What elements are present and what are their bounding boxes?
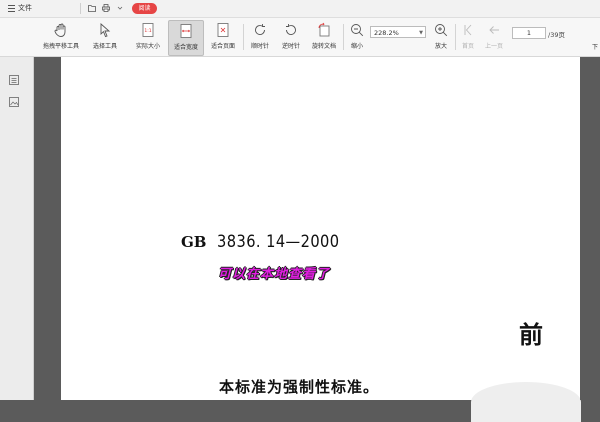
menu-divider — [80, 3, 81, 14]
actual-size-icon: 1:1 — [140, 22, 156, 38]
select-tool-button[interactable]: 选择工具 — [88, 20, 122, 54]
zoom-out-button[interactable]: 缩小 — [346, 20, 368, 54]
zoom-in-button[interactable]: 放大 — [430, 20, 452, 54]
standard-code: GB 3836. 14—2000 — [181, 232, 359, 252]
page-total: /39页 — [548, 31, 565, 39]
zoom-out-label: 缩小 — [350, 43, 363, 50]
svg-text:1:1: 1:1 — [144, 28, 151, 34]
select-tool-label: 选择工具 — [92, 43, 117, 50]
file-menu-label: 文件 — [18, 4, 32, 12]
first-page-label: 首页 — [461, 43, 474, 50]
previous-page-label: 上一页 — [484, 43, 503, 50]
zoom-value: 228.2% — [374, 29, 399, 37]
zoom-in-icon — [433, 22, 449, 38]
fit-page-button[interactable]: 适合页面 — [206, 20, 240, 54]
page-number-input[interactable]: 1 — [512, 27, 546, 39]
thumbnail-icon[interactable] — [9, 97, 19, 107]
cursor-icon — [97, 22, 113, 38]
hand-tool-label: 拖拽平移工具 — [42, 43, 79, 50]
page-shadow — [471, 382, 581, 422]
rotate-clockwise-icon — [252, 22, 268, 38]
toolbar-divider — [343, 24, 344, 50]
file-menu[interactable]: 文件 — [8, 3, 32, 13]
read-mode-badge[interactable]: 阅读 — [132, 3, 157, 14]
rotate-document-label: 旋转文档 — [311, 43, 336, 50]
folder-icon[interactable] — [88, 4, 96, 12]
preface-heading: 前 — [519, 320, 543, 349]
outline-icon[interactable] — [9, 75, 19, 85]
hamburger-icon — [8, 4, 15, 12]
watermark-text: 可以在本地查看了 — [218, 267, 331, 282]
document-page: GB 3836. 14—2000 可以在本地查看了 前 本标准为强制性标准。 — [61, 57, 581, 422]
first-page-button[interactable]: 首页 — [458, 20, 478, 54]
body-text: 本标准为强制性标准。 — [219, 378, 380, 396]
hand-icon — [53, 22, 69, 38]
rotate-document-button[interactable]: 旋转文档 — [308, 20, 340, 54]
previous-page-button[interactable]: 上一页 — [481, 20, 507, 54]
rotate-counterclockwise-label: 逆时针 — [281, 43, 300, 50]
next-page-label[interactable]: 下 — [592, 42, 598, 51]
dropdown-arrow-icon[interactable] — [116, 4, 124, 12]
standard-number: 3836. 14—2000 — [216, 232, 340, 252]
actual-size-label: 实际大小 — [135, 43, 160, 50]
actual-size-button[interactable]: 1:1 实际大小 — [131, 20, 165, 54]
fit-page-icon — [215, 22, 231, 38]
chevron-down-icon: ▼ — [419, 30, 423, 36]
hand-tool-button[interactable]: 拖拽平移工具 — [38, 20, 84, 54]
rotate-counterclockwise-button[interactable]: 逆时针 — [277, 20, 305, 54]
zoom-select[interactable]: 228.2% ▼ — [370, 26, 426, 38]
rotate-clockwise-label: 顺时针 — [250, 43, 269, 50]
menu-bar: 文件 阅读 — [0, 0, 600, 18]
vertical-scrollbar[interactable] — [580, 57, 600, 400]
fit-width-button[interactable]: 适合宽度 — [168, 20, 204, 56]
rotate-clockwise-button[interactable]: 顺时针 — [246, 20, 274, 54]
previous-page-icon — [486, 22, 502, 38]
zoom-in-label: 放大 — [434, 43, 447, 50]
rotate-counterclockwise-icon — [283, 22, 299, 38]
fit-width-icon — [178, 23, 194, 39]
toolbar-divider — [243, 24, 244, 50]
toolbar: 拖拽平移工具 选择工具 1:1 实际大小 适合宽度 适合页面 顺时针 逆时针 旋… — [0, 18, 600, 57]
left-sidebar — [0, 57, 34, 400]
zoom-out-icon — [349, 22, 365, 38]
fit-page-label: 适合页面 — [210, 43, 235, 50]
standard-prefix: GB — [181, 233, 207, 251]
rotate-document-icon — [316, 22, 332, 38]
first-page-icon — [460, 22, 476, 38]
fit-width-label: 适合宽度 — [173, 44, 198, 51]
print-icon[interactable] — [102, 4, 110, 12]
toolbar-divider — [455, 24, 456, 50]
